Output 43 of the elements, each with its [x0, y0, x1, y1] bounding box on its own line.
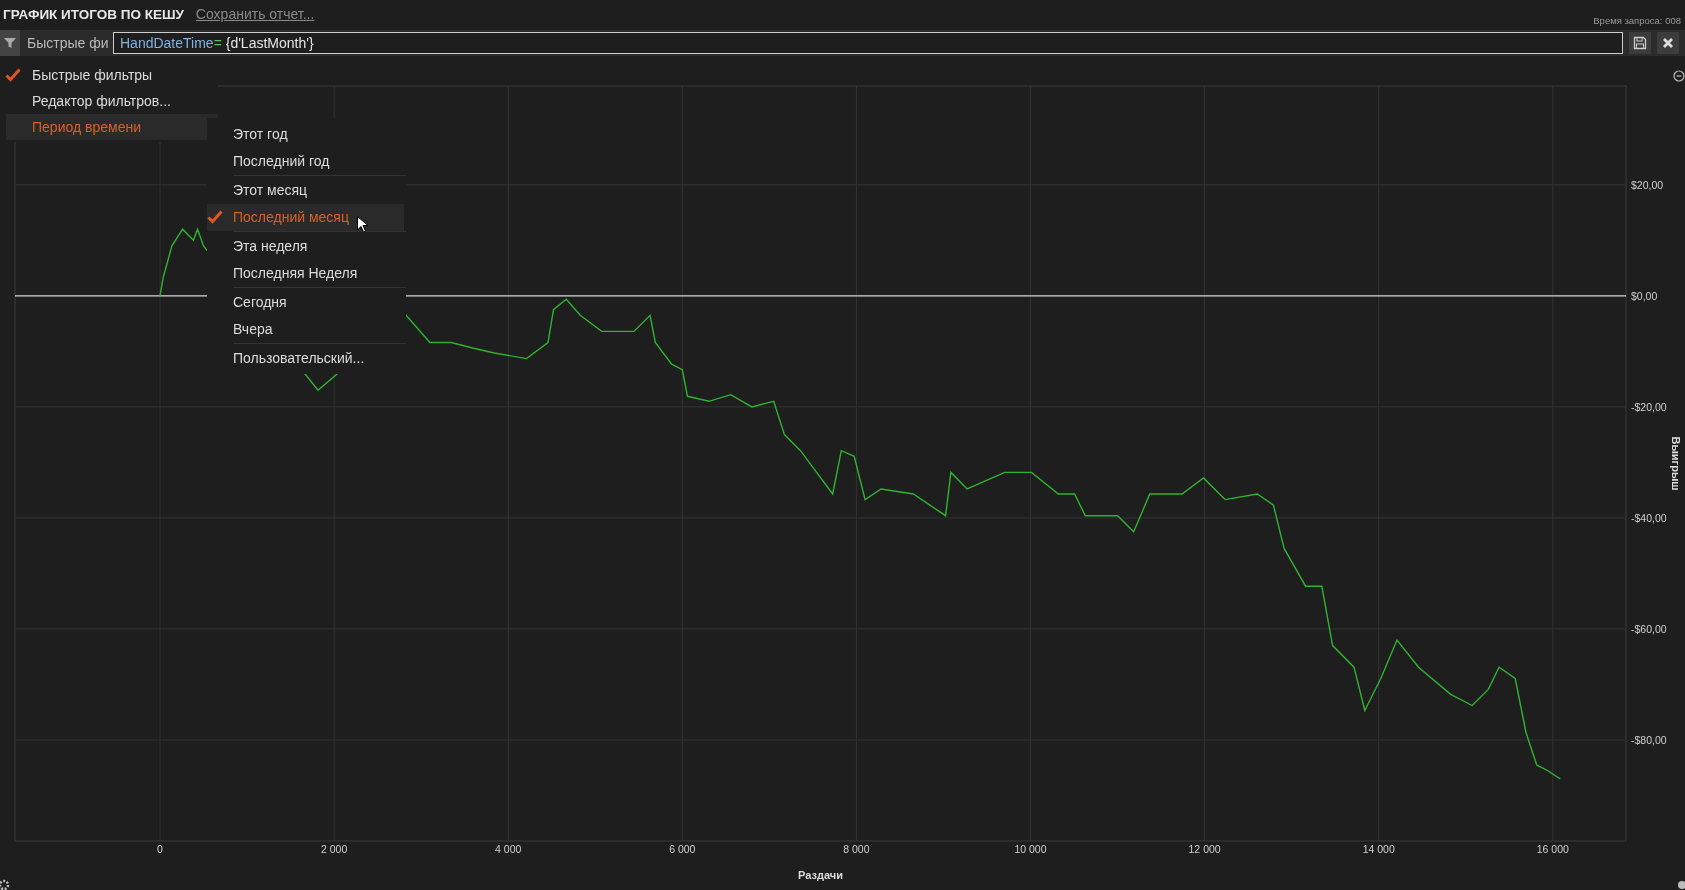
x-tick-label: 12 000 [1188, 843, 1221, 855]
y-tick-label: $20,00 [1631, 178, 1664, 191]
menu-item[interactable]: Последний месяц [207, 203, 404, 231]
y-axis-title: Выигрыш [1670, 436, 1682, 491]
save-icon [1633, 36, 1647, 50]
quick-filters-label: Быстрые фи [27, 35, 110, 51]
x-tick-label: 6 000 [669, 843, 696, 855]
y-tick-label: $0,00 [1631, 289, 1658, 302]
y-tick-label: -$60,00 [1631, 622, 1667, 635]
settings-icon[interactable] [0, 879, 10, 890]
cursor-icon [357, 215, 369, 233]
round-icon[interactable] [1678, 881, 1685, 889]
y-tick-label: -$80,00 [1631, 733, 1667, 746]
filter-expression-field[interactable]: HandDateTime= {d'LastMonth'} [113, 32, 1623, 54]
x-axis-title: Раздачи [798, 869, 843, 881]
menu-item[interactable]: Эта неделя [207, 232, 404, 260]
menu-item[interactable]: Пользовательский... [207, 344, 404, 372]
filter-button[interactable] [0, 30, 20, 56]
x-tick-label: 16 000 [1536, 843, 1569, 855]
y-tick-label: -$40,00 [1631, 511, 1667, 524]
y-tick-label: -$20,00 [1631, 400, 1667, 413]
close-button[interactable] [1657, 32, 1679, 54]
zoom-out-icon[interactable] [1673, 70, 1685, 82]
x-tick-label: 0 [157, 843, 163, 855]
save-report-link[interactable]: Сохранить отчет... [195, 6, 315, 22]
save-button[interactable] [1629, 32, 1651, 54]
x-tick-label: 2 000 [321, 843, 348, 855]
x-tick-label: 14 000 [1362, 843, 1395, 855]
x-tick-label: 4 000 [495, 843, 522, 855]
menu-item[interactable]: Вчера [207, 315, 404, 343]
menu-item[interactable]: Редактор фильтров... [6, 88, 218, 114]
menu-item[interactable]: Быстрые фильтры [6, 62, 218, 88]
report-title: ГРАФИК ИТОГОВ ПО КЕШУ [3, 6, 184, 22]
menu-item[interactable]: Сегодня [207, 288, 404, 316]
menu-item[interactable]: Этот месяц [207, 176, 404, 204]
filter-icon [4, 37, 16, 49]
menu-item[interactable]: Последняя Неделя [207, 259, 404, 287]
menu-item[interactable]: Последний год [207, 147, 404, 175]
x-tick-label: 10 000 [1014, 843, 1047, 855]
x-tick-label: 8 000 [843, 843, 870, 855]
menu-item[interactable]: Период времени [6, 114, 218, 140]
query-time: Время запроса: 008 [1593, 15, 1681, 28]
close-icon [1662, 37, 1674, 49]
